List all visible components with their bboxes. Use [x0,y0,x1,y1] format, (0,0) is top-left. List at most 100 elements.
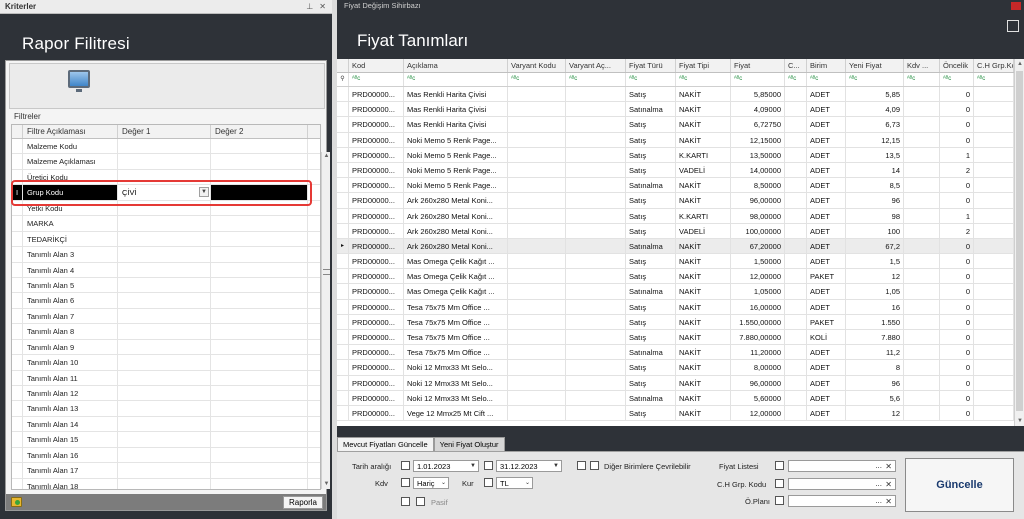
grid-row-indicator[interactable] [337,208,349,223]
priority-cell[interactable]: 0 [940,405,974,421]
filter-description-cell[interactable]: Tanımlı Alan 16 [23,447,118,463]
row-indicator[interactable]: I [12,185,23,200]
price-kind-cell[interactable]: K.KARTI [676,147,731,162]
filter-value-1-cell[interactable] [118,432,211,447]
price-cell[interactable]: 1.550,00000 [731,314,785,329]
filter-row[interactable]: Tanımlı Alan 9 [12,339,320,356]
currency-cell[interactable] [785,284,807,299]
filter-value-2-cell[interactable] [211,386,308,401]
ch-group-cell[interactable] [974,223,1014,238]
new-price-cell[interactable]: 14 [846,162,904,178]
new-price-cell[interactable]: 4,09 [846,102,904,117]
code-cell[interactable]: PRD00000... [349,314,404,329]
price-kind-cell[interactable]: NAKİT [676,284,731,299]
row-indicator[interactable] [12,447,23,463]
payment-plan-lookup[interactable]: ... ✕ [788,495,896,507]
ch-group-cell[interactable] [974,254,1014,269]
price-kind-cell[interactable]: NAKİT [676,87,731,102]
table-row[interactable]: PRD00000... Noki Memo 5 Renk Page... Satış… [337,132,1024,148]
filter-value-1-cell[interactable] [118,169,211,185]
unit-cell[interactable]: ADET [807,299,846,314]
table-row[interactable]: PRD00000... Mas Renkli Harita Çivisi Satış… [337,87,1024,103]
price-cell[interactable]: 5,85000 [731,87,785,102]
grid-row-indicator[interactable] [337,87,349,102]
payment-plan-browse-icon[interactable]: ... [875,496,882,506]
grid-filter-cell[interactable]: ᴬᴮc [785,73,807,86]
grid-column-header[interactable]: Birim [807,59,846,72]
price-cell[interactable]: 14,00000 [731,162,785,178]
row-indicator[interactable] [12,463,23,478]
new-price-cell[interactable]: 96 [846,193,904,208]
new-price-cell[interactable]: 1,5 [846,254,904,269]
filter-value-2-cell[interactable] [211,154,308,169]
unit-cell[interactable]: PAKET [807,314,846,329]
currency-cell[interactable] [785,345,807,360]
monitor-icon[interactable] [68,70,90,92]
row-indicator[interactable] [12,216,23,231]
grid-column-header[interactable]: C.H Grp.Ko... [974,59,1014,72]
vat-cell[interactable] [904,223,940,238]
grid-filter-cell[interactable]: ᴬᴮc [404,73,508,86]
maximize-icon[interactable] [1007,20,1019,32]
grid-row-indicator[interactable] [337,284,349,299]
ch-group-code-checkbox[interactable] [775,479,784,488]
priority-cell[interactable]: 0 [940,117,974,132]
ch-group-cell[interactable] [974,193,1014,208]
variant-code-cell[interactable] [508,269,566,284]
currency-cell[interactable] [785,178,807,193]
priority-cell[interactable]: 0 [940,102,974,117]
grid-row-indicator[interactable] [337,162,349,178]
variant-desc-cell[interactable] [566,254,626,269]
vat-cell[interactable] [904,178,940,193]
new-price-cell[interactable]: 98 [846,208,904,223]
table-row[interactable]: PRD00000... Mas Omega Çelik Kağıt ... Satı… [337,284,1024,300]
filter-value-1-cell[interactable] [118,463,211,478]
table-row[interactable]: PRD00000... Noki Memo 5 Renk Page... Satın… [337,178,1024,194]
price-kind-cell[interactable]: K.KARTI [676,208,731,223]
ch-group-cell[interactable] [974,238,1014,254]
filter-description-cell[interactable]: Tanımlı Alan 10 [23,355,118,370]
vat-cell[interactable] [904,87,940,102]
variant-desc-cell[interactable] [566,223,626,238]
grid-row-indicator[interactable] [337,269,349,284]
filter-row[interactable]: Tanımlı Alan 8 [12,324,320,340]
row-indicator[interactable] [12,370,23,385]
row-indicator[interactable] [12,262,23,277]
filter-value-2-cell[interactable] [211,447,308,463]
column-header-value-1[interactable]: Değer 1 [118,125,211,138]
currency-cell[interactable] [785,390,807,405]
grid-filter-cell[interactable]: ᴬᴮc [846,73,904,86]
table-row[interactable]: PRD00000... Ark 260x280 Metal Koni... Satı… [337,208,1024,224]
filter-description-cell[interactable]: Tanımlı Alan 11 [23,370,118,385]
currency-select[interactable]: TL ⌄ [496,477,533,489]
filter-description-cell[interactable]: Tanımlı Alan 4 [23,262,118,277]
new-price-cell[interactable]: 8,5 [846,178,904,193]
code-cell[interactable]: PRD00000... [349,208,404,223]
code-cell[interactable]: PRD00000... [349,147,404,162]
row-indicator[interactable] [12,231,23,247]
filter-description-cell[interactable]: Tanımlı Alan 18 [23,478,118,489]
price-type-cell[interactable]: Satınalma [626,284,676,299]
filter-row[interactable]: MARKA [12,216,320,232]
price-kind-cell[interactable]: NAKİT [676,178,731,193]
ch-group-cell[interactable] [974,405,1014,421]
filter-value-2-cell[interactable] [211,401,308,416]
description-cell[interactable]: Ark 260x280 Metal Koni... [404,193,508,208]
filter-description-cell[interactable]: Tanımlı Alan 5 [23,277,118,293]
price-type-cell[interactable]: Satış [626,193,676,208]
grid-row-indicator[interactable] [337,330,349,345]
grid-filter-cell[interactable]: ᴬᴮc [626,73,676,86]
price-cell[interactable]: 13,50000 [731,147,785,162]
variant-desc-cell[interactable] [566,102,626,117]
variant-desc-cell[interactable] [566,117,626,132]
price-cell[interactable]: 1,05000 [731,284,785,299]
priority-cell[interactable]: 0 [940,178,974,193]
ch-group-browse-icon[interactable]: ... [875,479,882,489]
row-indicator[interactable] [12,247,23,262]
description-cell[interactable]: Ark 260x280 Metal Koni... [404,223,508,238]
code-cell[interactable]: PRD00000... [349,102,404,117]
description-cell[interactable]: Noki Memo 5 Renk Page... [404,132,508,147]
filter-value-1-cell[interactable] [118,447,211,463]
variant-desc-cell[interactable] [566,375,626,390]
description-cell[interactable]: Mas Omega Çelik Kağıt ... [404,284,508,299]
